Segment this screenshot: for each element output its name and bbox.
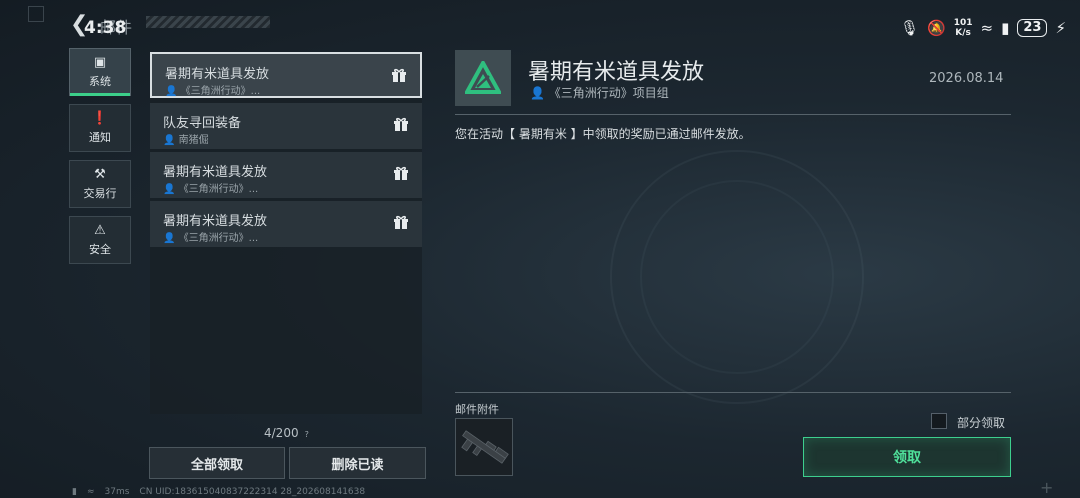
mail-list: 暑期有米道具发放 👤 《三角洲行动》... 队友寻回装备 👤 南猪倔 暑期有米道… <box>150 52 422 414</box>
plus-icon: + <box>1040 478 1054 497</box>
status-time: 4:38 <box>84 18 127 38</box>
claim-button[interactable]: 领取 <box>803 437 1011 477</box>
battery-level: 23 <box>1017 19 1048 37</box>
mail-sender: 👤 《三角洲行动》... <box>163 233 259 244</box>
mail-item[interactable]: 暑期有米道具发放 👤 《三角洲行动》... <box>150 152 422 198</box>
uid-value: CN UID:183615040837222314 28_20260814163… <box>139 487 366 497</box>
mail-detail-title: 暑期有米道具发放 <box>528 60 705 85</box>
status-icons: 🎙 🔕 101 K/s ≈ ▮ 23 ⚡ <box>900 18 1066 38</box>
warning-icon: ⚠ <box>94 223 106 238</box>
ping-value: 37ms <box>104 487 130 497</box>
mail-item[interactable]: 暑期有米道具发放 👤 《三角洲行动》... <box>150 201 422 247</box>
battery-small-icon: ▮ <box>72 487 77 497</box>
mail-detail-body: 您在活动【 暑期有米 】中领取的奖励已通过邮件发放。 <box>455 127 751 141</box>
claim-all-button[interactable]: 全部领取 <box>149 447 285 479</box>
attachment-item[interactable] <box>455 418 513 476</box>
wifi-small-icon: ≈ <box>86 487 95 497</box>
mail-title: 队友寻回装备 <box>163 116 242 131</box>
sender-logo <box>455 50 511 106</box>
mail-detail-sender: 👤 《三角洲行动》项目组 <box>530 86 669 100</box>
divider <box>455 392 1011 393</box>
mail-title: 暑期有米道具发放 <box>163 165 268 180</box>
gavel-icon: ⚒ <box>94 167 106 182</box>
category-notice[interactable]: ❗ 通知 <box>69 104 131 152</box>
footer-info: ▮ ≈ 37ms CN UID:183615040837222314 28_20… <box>72 487 365 497</box>
category-security[interactable]: ⚠ 安全 <box>69 216 131 264</box>
help-icon[interactable]: ? <box>305 430 309 439</box>
mail-title: 暑期有米道具发放 <box>163 214 268 229</box>
mail-sender: 👤 南猪倔 <box>163 135 209 146</box>
mail-item[interactable]: 队友寻回装备 👤 南猪倔 <box>150 103 422 149</box>
delete-read-button[interactable]: 删除已读 <box>289 447 426 479</box>
gift-icon <box>394 215 408 229</box>
wifi-icon: ≈ <box>980 19 994 37</box>
delta-logo-icon <box>465 61 501 94</box>
partial-claim-label: 部分领取 <box>957 416 1006 430</box>
mail-detail-date: 2026.08.14 <box>929 71 1004 86</box>
mute-icon: 🔕 <box>927 19 946 37</box>
category-system[interactable]: ▣ 系统 <box>69 48 131 96</box>
category-trade[interactable]: ⚒ 交易行 <box>69 160 131 208</box>
alert-icon: ❗ <box>91 111 109 126</box>
category-label: 系统 <box>89 75 111 88</box>
monitor-icon: ▣ <box>93 55 107 70</box>
mail-item-selected[interactable]: 暑期有米道具发放 👤 《三角洲行动》... <box>150 52 422 98</box>
attachments-label: 邮件附件 <box>455 403 499 416</box>
background-emblem-inner <box>640 180 834 374</box>
gift-icon <box>394 166 408 180</box>
category-label: 交易行 <box>83 187 117 200</box>
mail-title: 暑期有米道具发放 <box>165 67 270 82</box>
category-label: 通知 <box>89 131 111 144</box>
mail-sender: 👤 《三角洲行动》... <box>165 86 261 97</box>
partial-claim-checkbox[interactable] <box>931 413 947 429</box>
mail-sender: 👤 《三角洲行动》... <box>163 184 259 195</box>
notification-icon: ▮ <box>1001 19 1010 37</box>
title-stripes <box>146 16 270 28</box>
gift-icon <box>394 117 408 131</box>
charging-icon: ⚡ <box>1055 19 1066 37</box>
gift-icon <box>392 68 406 82</box>
rifle-icon <box>461 430 509 464</box>
mail-count: 4/200? <box>264 426 309 440</box>
net-speed: 101 K/s <box>953 18 973 38</box>
mic-icon: 🎙 <box>899 19 920 37</box>
category-label: 安全 <box>89 243 111 256</box>
divider <box>455 114 1011 115</box>
corner-box <box>28 6 44 22</box>
